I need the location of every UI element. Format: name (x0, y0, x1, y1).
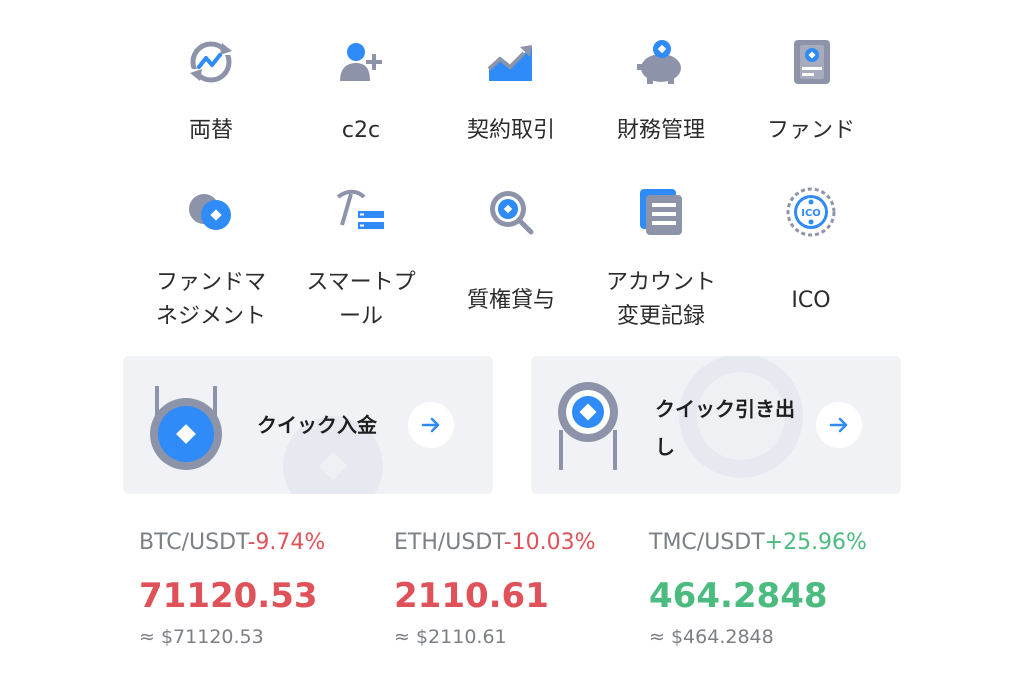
menu-label: 両替 (188, 118, 233, 143)
quick-deposit-label: クイック入金 (257, 413, 377, 437)
quick-withdraw-card[interactable]: クイック引き出 し (531, 356, 901, 494)
svg-text:ICO: ICO (801, 208, 821, 219)
menu-item-pledge-lending[interactable]: 質権貸与 (436, 174, 586, 354)
ticker-pair-line: BTC/USDT-9.74% (139, 528, 389, 558)
ticker-tmc[interactable]: TMC/USDT+25.96% 464.2848 ≈ $464.2848 (649, 528, 899, 650)
ticker-pair: TMC/USDT (649, 530, 765, 555)
ticker-btc[interactable]: BTC/USDT-9.74% 71120.53 ≈ $71120.53 (139, 528, 389, 650)
quick-withdraw-label: クイック引き出 し (655, 397, 795, 459)
ticker-price: 2110.61 (394, 576, 549, 616)
ticker-approx-usd: ≈ $71120.53 (139, 626, 264, 648)
contract-chart-icon (483, 34, 539, 90)
menu-item-account-change-record[interactable]: アカウント 変更記録 (586, 174, 736, 354)
withdraw-coin-icon (555, 380, 621, 476)
arrow-right-icon (421, 417, 440, 433)
arrow-right-icon (829, 417, 848, 433)
menu-item-ico[interactable]: ICO ICO (736, 174, 886, 354)
menu-label: c2c (341, 118, 381, 143)
ico-badge-icon: ICO (783, 184, 839, 240)
pledge-search-icon (483, 184, 539, 240)
ticker-pair: BTC/USDT (139, 530, 248, 555)
menu-label: 財務管理 (616, 118, 705, 143)
menu-item-financial-management[interactable]: 財務管理 (586, 34, 736, 174)
add-user-icon (333, 34, 389, 90)
menu-item-fund[interactable]: ファンド (736, 34, 886, 174)
mining-pool-icon (333, 184, 389, 240)
menu-label: ICO (791, 288, 831, 313)
feature-menu-grid: 両替 c2c 契約取引 財務管理 ファンド ファンドマ ネジメント スマートプ … (136, 34, 886, 354)
menu-label: ファンド (766, 118, 855, 143)
ticker-eth[interactable]: ETH/USDT-10.03% 2110.61 ≈ $2110.61 (394, 528, 644, 650)
fund-management-icon (183, 184, 239, 240)
ticker-pair-line: TMC/USDT+25.96% (649, 528, 899, 558)
menu-label: スマートプ ール (306, 270, 416, 329)
menu-item-smart-pool[interactable]: スマートプ ール (286, 174, 436, 354)
deposit-coin-icon (149, 384, 225, 478)
menu-label: ファンドマ ネジメント (155, 270, 266, 329)
menu-item-contract-trading[interactable]: 契約取引 (436, 34, 586, 174)
ticker-approx-usd: ≈ $2110.61 (394, 626, 507, 648)
ticker-change: +25.96% (764, 530, 867, 555)
ticker-approx-usd: ≈ $464.2848 (649, 626, 774, 648)
ticker-change: -10.03% (503, 530, 596, 555)
fund-book-icon (783, 34, 839, 90)
quick-deposit-arrow-button[interactable] (408, 402, 454, 448)
ticker-change: -9.74% (247, 530, 326, 555)
ticker-pair: ETH/USDT (394, 530, 504, 555)
ticker-price: 71120.53 (139, 576, 318, 616)
menu-label: アカウント 変更記録 (605, 270, 716, 329)
menu-item-exchange[interactable]: 両替 (136, 34, 286, 174)
menu-item-fund-management[interactable]: ファンドマ ネジメント (136, 174, 286, 354)
menu-item-c2c[interactable]: c2c (286, 34, 436, 174)
menu-label: 契約取引 (466, 118, 555, 143)
ticker-pair-line: ETH/USDT-10.03% (394, 528, 644, 558)
account-record-icon (633, 184, 689, 240)
piggy-bank-icon (633, 34, 689, 90)
feature-menu-row-1: 両替 c2c 契約取引 財務管理 ファンド (136, 34, 886, 174)
ticker-price: 464.2848 (649, 576, 828, 616)
menu-label: 質権貸与 (466, 288, 555, 313)
feature-menu-row-2: ファンドマ ネジメント スマートプ ール 質権貸与 アカウント 変更記録 ICO… (136, 174, 886, 354)
quick-deposit-card[interactable]: クイック入金 (123, 356, 493, 494)
exchange-icon (183, 34, 239, 90)
quick-withdraw-arrow-button[interactable] (816, 402, 862, 448)
